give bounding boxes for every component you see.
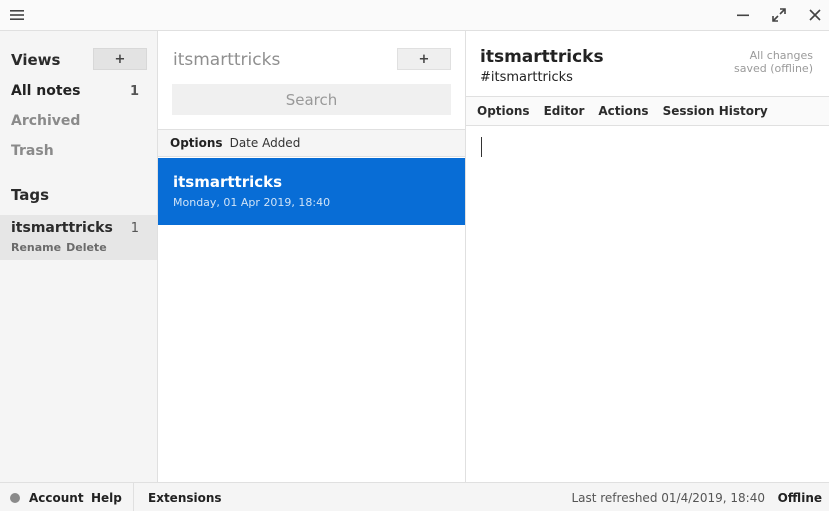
sort-value: Date Added (229, 136, 301, 150)
views-heading: Views (11, 51, 61, 69)
editor-menu-options[interactable]: Options (477, 104, 530, 118)
footer-bar: Account Help Extensions Last refreshed 0… (0, 482, 829, 511)
account-status-dot-icon (10, 493, 20, 503)
tag-item-itsmarttricks[interactable]: itsmarttricks 1 Rename Delete (0, 215, 157, 260)
tag-actions: Rename Delete (11, 241, 107, 254)
editor-menu-editor[interactable]: Editor (544, 104, 585, 118)
tags-heading: Tags (11, 186, 50, 204)
account-button[interactable]: Account (29, 483, 84, 511)
view-item-label: All notes (11, 83, 81, 99)
view-item-label: Archived (11, 113, 81, 129)
view-item-archived[interactable]: Archived (0, 107, 157, 135)
note-item-date: Monday, 01 Apr 2019, 18:40 (173, 196, 331, 209)
editor-menu-actions[interactable]: Actions (598, 104, 648, 118)
offline-status[interactable]: Offline (778, 483, 822, 511)
note-title-field[interactable]: itsmarttricks (480, 47, 604, 67)
save-status: All changes saved (offline) (734, 49, 813, 75)
minimize-icon[interactable] (730, 0, 756, 30)
add-view-button[interactable]: + (93, 48, 147, 70)
search-input[interactable] (172, 84, 451, 115)
close-icon[interactable] (802, 0, 828, 30)
view-item-trash[interactable]: Trash (0, 137, 157, 165)
note-text-editor[interactable] (480, 135, 815, 465)
maximize-icon[interactable] (766, 0, 792, 30)
note-item-title: itsmarttricks (173, 173, 283, 191)
tag-name: itsmarttricks (11, 220, 113, 236)
add-note-button[interactable]: + (397, 48, 451, 70)
footer-divider (133, 483, 134, 511)
text-caret (481, 137, 482, 157)
hamburger-menu-icon[interactable] (4, 0, 30, 30)
note-list-item[interactable]: itsmarttricks Monday, 01 Apr 2019, 18:40 (158, 158, 465, 225)
sort-bar: Options Date Added (158, 129, 465, 157)
tag-count: 1 (130, 221, 139, 236)
rename-tag-button[interactable]: Rename (11, 241, 61, 254)
window-titlebar (0, 0, 829, 31)
editor-panel: itsmarttricks #itsmarttricks All changes… (466, 31, 829, 482)
view-item-label: Trash (11, 143, 54, 159)
help-button[interactable]: Help (91, 483, 122, 511)
delete-tag-button[interactable]: Delete (66, 241, 107, 254)
note-tags-field[interactable]: #itsmarttricks (480, 70, 573, 85)
notes-list-title: itsmarttricks (173, 50, 281, 70)
views-sidebar: Views + All notes 1 Archived Trash Tags … (0, 31, 158, 482)
view-item-all-notes[interactable]: All notes 1 (0, 77, 157, 105)
notes-list-panel: itsmarttricks + Options Date Added itsma… (158, 31, 466, 482)
editor-menu-session-history[interactable]: Session History (663, 104, 768, 118)
sort-options-button[interactable]: Options (170, 136, 223, 150)
editor-menu-bar: Options Editor Actions Session History (466, 96, 829, 126)
last-refreshed-text: Last refreshed 01/4/2019, 18:40 (571, 490, 765, 505)
extensions-button[interactable]: Extensions (148, 483, 222, 511)
view-item-count: 1 (129, 83, 139, 99)
